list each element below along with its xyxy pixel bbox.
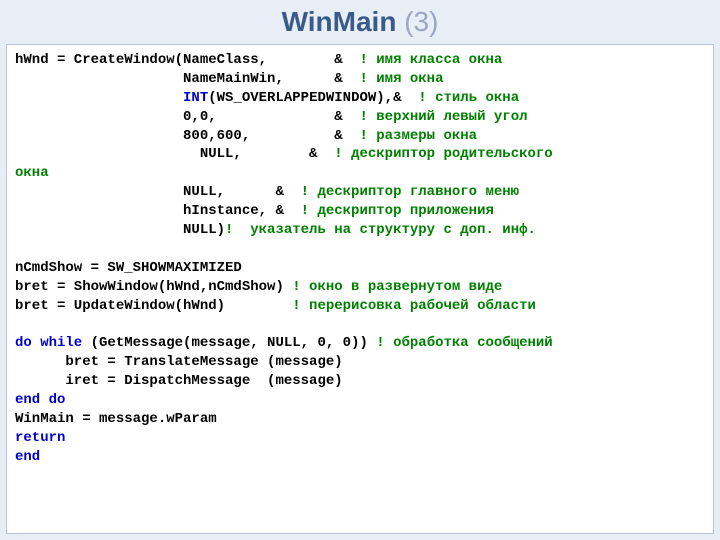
code-line: bret = TranslateMessage (message): [15, 354, 343, 370]
code-line: (GetMessage(message, NULL, 0, 0)): [91, 335, 377, 351]
code-keyword: INT: [183, 90, 208, 106]
code-keyword: end do: [15, 392, 65, 408]
code-comment: ! перерисовка рабочей области: [292, 298, 536, 314]
code-comment: окна: [15, 165, 49, 181]
code-line: NULL, &: [15, 146, 326, 162]
code-comment: ! дескриптор приложения: [292, 203, 494, 219]
title-main: WinMain: [282, 6, 397, 37]
code-comment: ! дескриптор родительского: [326, 146, 553, 162]
code-comment: ! стиль окна: [410, 90, 519, 106]
code-line: (WS_OVERLAPPEDWINDOW),&: [208, 90, 410, 106]
code-line: NULL, &: [15, 184, 292, 200]
code-line: WinMain = message.wParam: [15, 411, 217, 427]
code-line: iret = DispatchMessage (message): [15, 373, 343, 389]
code-line: hWnd = CreateWindow(NameClass, &: [15, 52, 351, 68]
code-comment: ! указатель на структуру с доп. инф.: [225, 222, 536, 238]
code-line: bret = UpdateWindow(hWnd): [15, 298, 292, 314]
code-line: [15, 90, 183, 106]
title-sub: (3): [396, 6, 438, 37]
slide: WinMain (3) hWnd = CreateWindow(NameClas…: [0, 0, 720, 540]
code-comment: ! имя класса окна: [351, 52, 502, 68]
slide-title: WinMain (3): [0, 0, 720, 42]
code-keyword: return: [15, 430, 65, 446]
code-comment: ! верхний левый угол: [351, 109, 527, 125]
code-line: nCmdShow = SW_SHOWMAXIMIZED: [15, 260, 242, 276]
code-block: hWnd = CreateWindow(NameClass, & ! имя к…: [6, 44, 714, 534]
code-comment: ! размеры окна: [351, 128, 477, 144]
code-keyword: end: [15, 449, 40, 465]
code-line: 800,600, &: [15, 128, 351, 144]
code-comment: ! дескриптор главного меню: [292, 184, 519, 200]
code-keyword: do while: [15, 335, 91, 351]
code-comment: ! имя окна: [351, 71, 443, 87]
code-comment: ! окно в развернутом виде: [292, 279, 502, 295]
code-line: hInstance, &: [15, 203, 292, 219]
code-comment: ! обработка сообщений: [376, 335, 552, 351]
code-line: NULL): [15, 222, 225, 238]
code-line: 0,0, &: [15, 109, 351, 125]
code-line: NameMainWin, &: [15, 71, 351, 87]
code-line: bret = ShowWindow(hWnd,nCmdShow): [15, 279, 292, 295]
